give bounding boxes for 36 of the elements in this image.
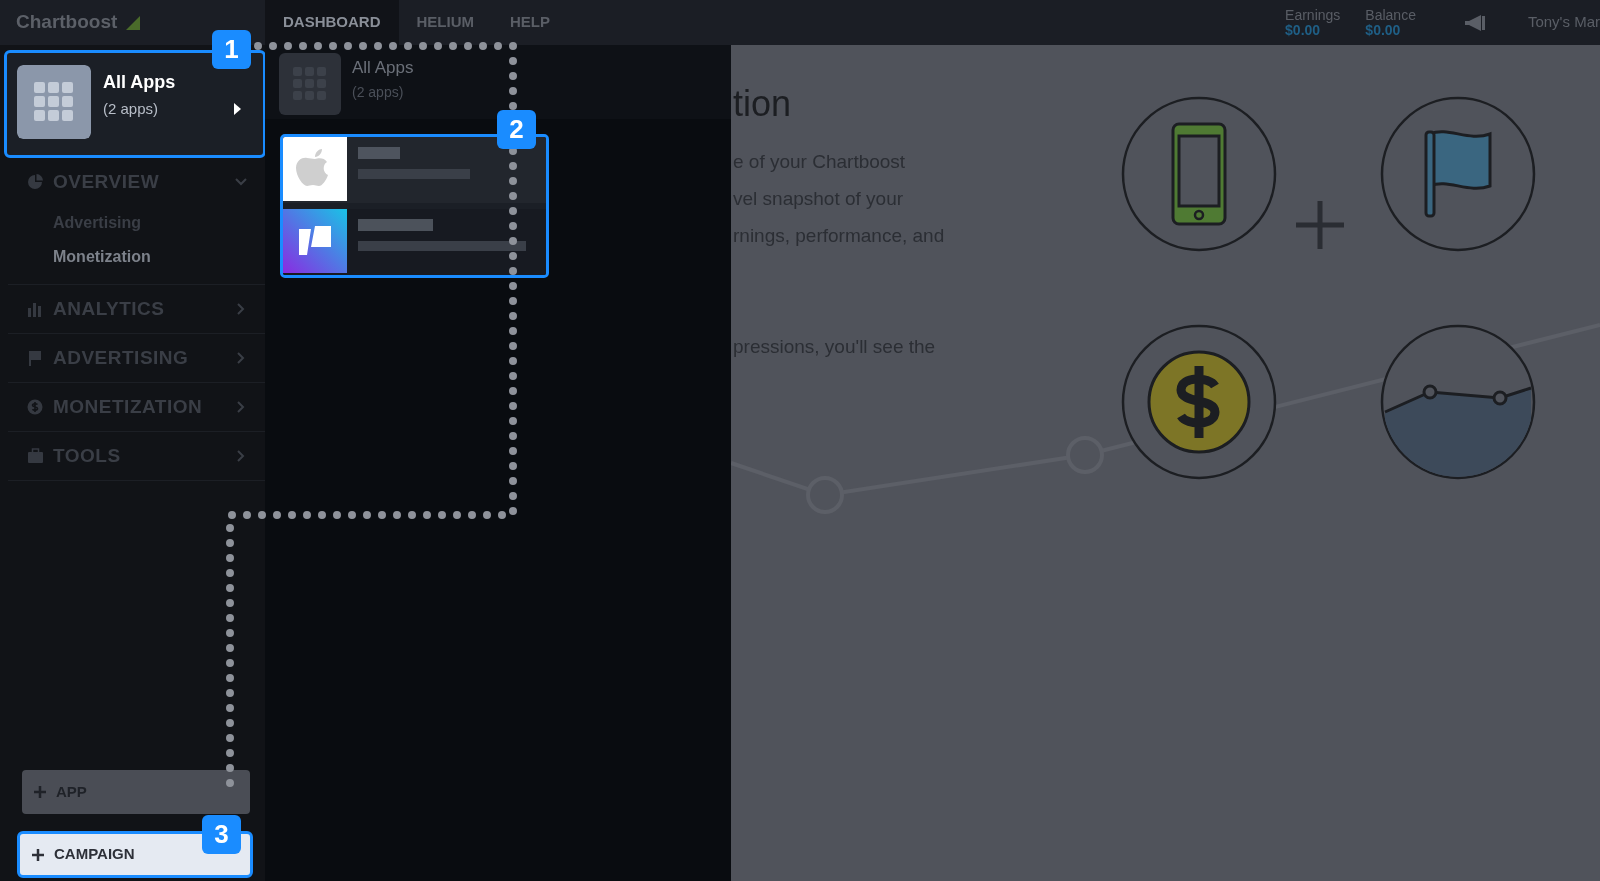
flag-icon: [27, 349, 44, 367]
grid-icon: [279, 53, 341, 115]
nav-subitem[interactable]: Monetization: [8, 240, 151, 274]
plus-icon: [32, 848, 44, 861]
nav-tab[interactable]: HELIUM: [398, 0, 492, 45]
step-badge: 2: [497, 110, 536, 149]
app-count: (2 apps): [103, 99, 160, 119]
page-title: tion: [733, 82, 793, 126]
step-badge: 1: [212, 30, 251, 69]
earnings-value: $0.00: [1285, 22, 1321, 38]
app-selector-title: All Apps: [103, 71, 176, 94]
logo-text: Chartboost: [16, 10, 118, 35]
nav-tab[interactable]: HELP: [492, 0, 568, 45]
caret-icon: [233, 103, 241, 115]
pie-chart-icon: [27, 173, 44, 191]
app-row[interactable]: [283, 137, 546, 203]
app-row[interactable]: [283, 209, 546, 275]
plus-icon: [34, 786, 46, 798]
toolbox-icon: [27, 447, 44, 465]
app-menu-title: All Apps: [352, 57, 414, 79]
plus-sign-icon: [1296, 201, 1344, 249]
step-badge: 3: [202, 815, 241, 854]
app-count: (2 apps): [352, 82, 405, 102]
nav-tab[interactable]: DASHBOARD: [265, 0, 399, 45]
megaphone-icon: [1463, 13, 1486, 32]
grid-icon: [17, 65, 91, 139]
account-name[interactable]: Tony's Mar: [1527, 0, 1600, 45]
balance-value: $0.00: [1365, 22, 1402, 38]
earnings-label: Earnings: [1285, 7, 1341, 23]
app-menu-all-apps[interactable]: All Apps (2 apps): [265, 45, 731, 119]
balance-label: Balance: [1365, 7, 1416, 23]
dollar-icon: [27, 398, 44, 416]
logo-icon: [125, 14, 142, 31]
app-logo-icon: [283, 209, 347, 273]
apple-icon: [283, 137, 347, 201]
bar-chart-icon: [27, 300, 44, 318]
